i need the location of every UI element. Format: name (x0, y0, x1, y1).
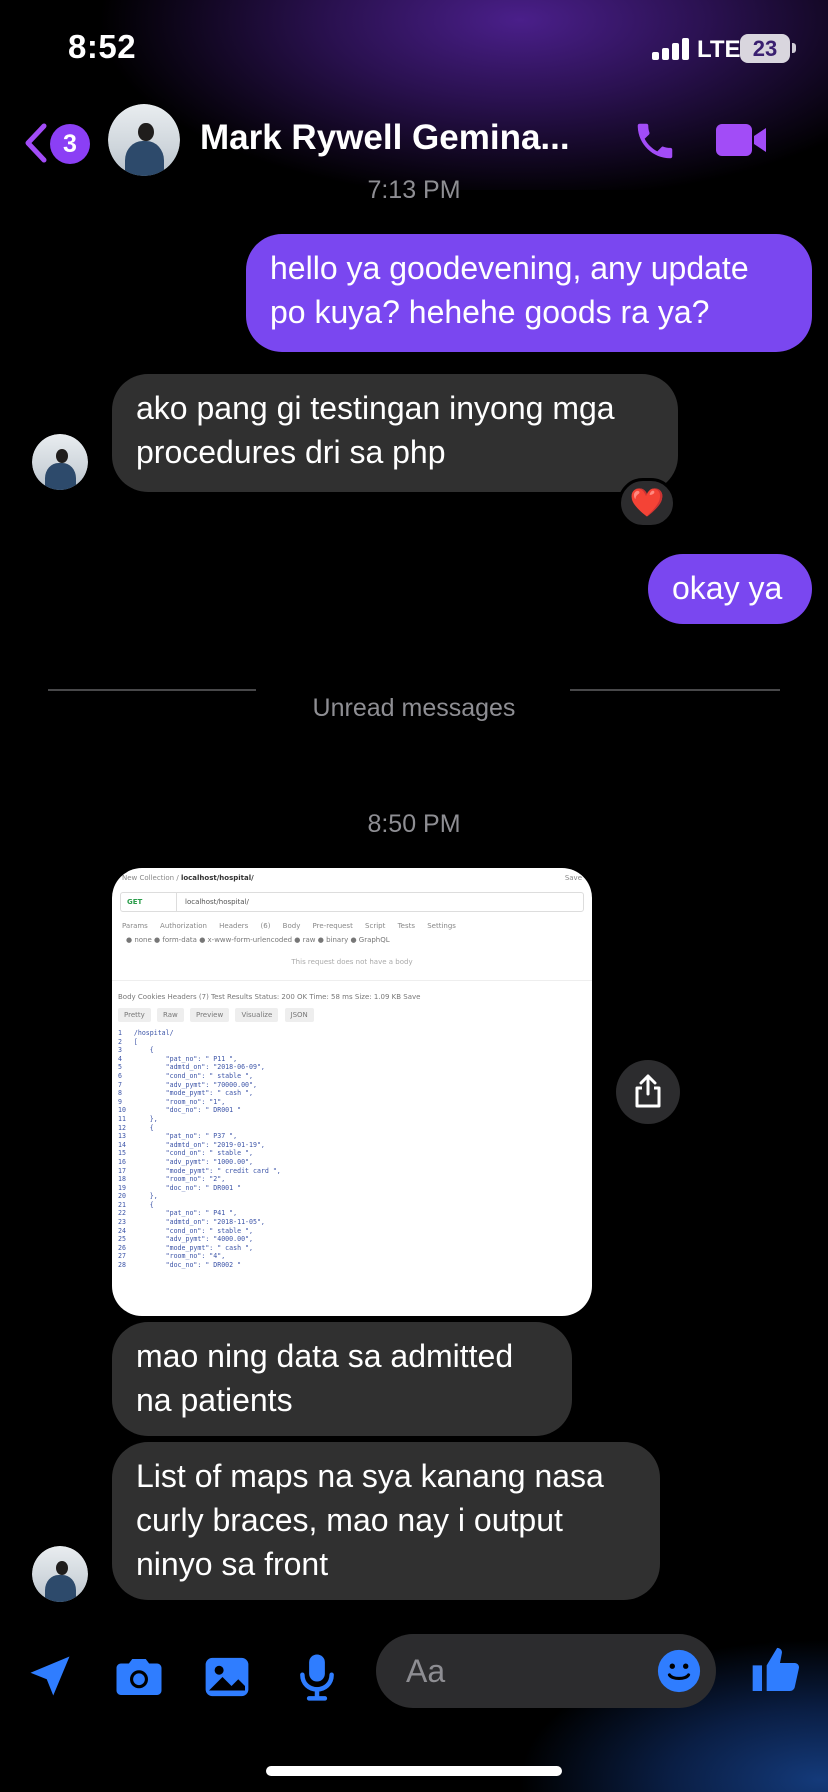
contact-avatar[interactable] (32, 434, 88, 490)
ss-response-bar: Body Cookies Headers (7) Test Results St… (112, 980, 592, 1005)
photo-icon (205, 1657, 249, 1697)
location-arrow-icon (30, 1656, 70, 1696)
ss-body-note: This request does not have a body (291, 958, 413, 966)
ss-view-preview: Preview (189, 1008, 230, 1022)
camera-button[interactable] (112, 1650, 168, 1706)
ss-response-code: 1 /hospital/ 2 [ 3 { 4 "pat_no": " P11 "… (118, 1029, 281, 1270)
location-button[interactable] (24, 1650, 80, 1706)
home-indicator (266, 1766, 562, 1776)
back-button[interactable]: 3 (22, 118, 92, 168)
composer-bar (0, 1620, 828, 1740)
contact-avatar[interactable] (32, 1546, 88, 1602)
video-call-button[interactable] (714, 120, 770, 160)
unread-count-badge: 3 (50, 124, 90, 164)
image-attachment[interactable]: New Collection / localhost/hospital/Save… (112, 868, 592, 1316)
ss-view-modes: Pretty Raw Preview Visualize JSON (112, 1005, 592, 1025)
ss-view-visualize: Visualize (235, 1008, 279, 1022)
unread-messages-label: Unread messages (312, 694, 516, 722)
ss-body-options: ● none ● form-data ● x-www-form-urlencod… (126, 936, 390, 944)
microphone-button[interactable] (290, 1650, 346, 1706)
camera-icon (116, 1659, 162, 1695)
chat-header: 3 Mark Rywell Gemina... (0, 100, 828, 196)
gallery-button[interactable] (200, 1650, 256, 1706)
emoji-icon (657, 1649, 701, 1693)
ss-method: GET (121, 893, 177, 911)
message-bubble-incoming[interactable]: mao ning data sa admitted na patients (112, 1322, 572, 1436)
header-avatar[interactable] (108, 104, 180, 176)
message-bubble-incoming[interactable]: ako pang gi testingan inyong mga procedu… (112, 374, 678, 492)
message-bubble-incoming[interactable]: List of maps na sya kanang nasa curly br… (112, 1442, 660, 1600)
share-button[interactable] (616, 1060, 680, 1124)
contact-name[interactable]: Mark Rywell Gemina... (200, 118, 580, 158)
phone-icon (637, 123, 673, 159)
microphone-icon (300, 1654, 334, 1701)
call-button[interactable] (632, 118, 678, 164)
video-camera-icon (716, 124, 766, 156)
message-list[interactable]: 7:13 PM hello ya goodevening, any update… (0, 0, 828, 1792)
message-input[interactable] (406, 1650, 626, 1692)
heart-icon[interactable]: ❤️ (618, 478, 676, 528)
share-icon (635, 1074, 661, 1108)
ss-view-pretty: Pretty (118, 1008, 151, 1022)
emoji-button[interactable] (656, 1648, 702, 1694)
ss-breadcrumb: New Collection / localhost/hospital/Save (122, 874, 582, 882)
thumbs-up-icon (752, 1647, 800, 1691)
timestamp: 8:50 PM (367, 810, 461, 838)
ss-view-raw: Raw (157, 1008, 184, 1022)
message-input-container[interactable] (376, 1634, 716, 1708)
like-button[interactable] (748, 1642, 804, 1698)
message-bubble-outgoing[interactable]: okay ya (648, 554, 812, 624)
divider-right (570, 689, 780, 691)
ss-breadcrumb-collection: New Collection (122, 874, 175, 882)
ss-view-json: JSON (284, 1008, 314, 1022)
back-chevron-icon (25, 123, 47, 163)
ss-tabs: Params Authorization Headers (6) Body Pr… (122, 922, 456, 930)
ss-url: localhost/hospital/ (185, 898, 249, 906)
message-bubble-outgoing[interactable]: hello ya goodevening, any update po kuya… (246, 234, 812, 352)
ss-breadcrumb-request: localhost/hospital/ (180, 874, 254, 882)
divider-left (48, 689, 256, 691)
ss-save-label: Save (564, 874, 582, 882)
ss-url-bar: GET localhost/hospital/ (120, 892, 584, 912)
